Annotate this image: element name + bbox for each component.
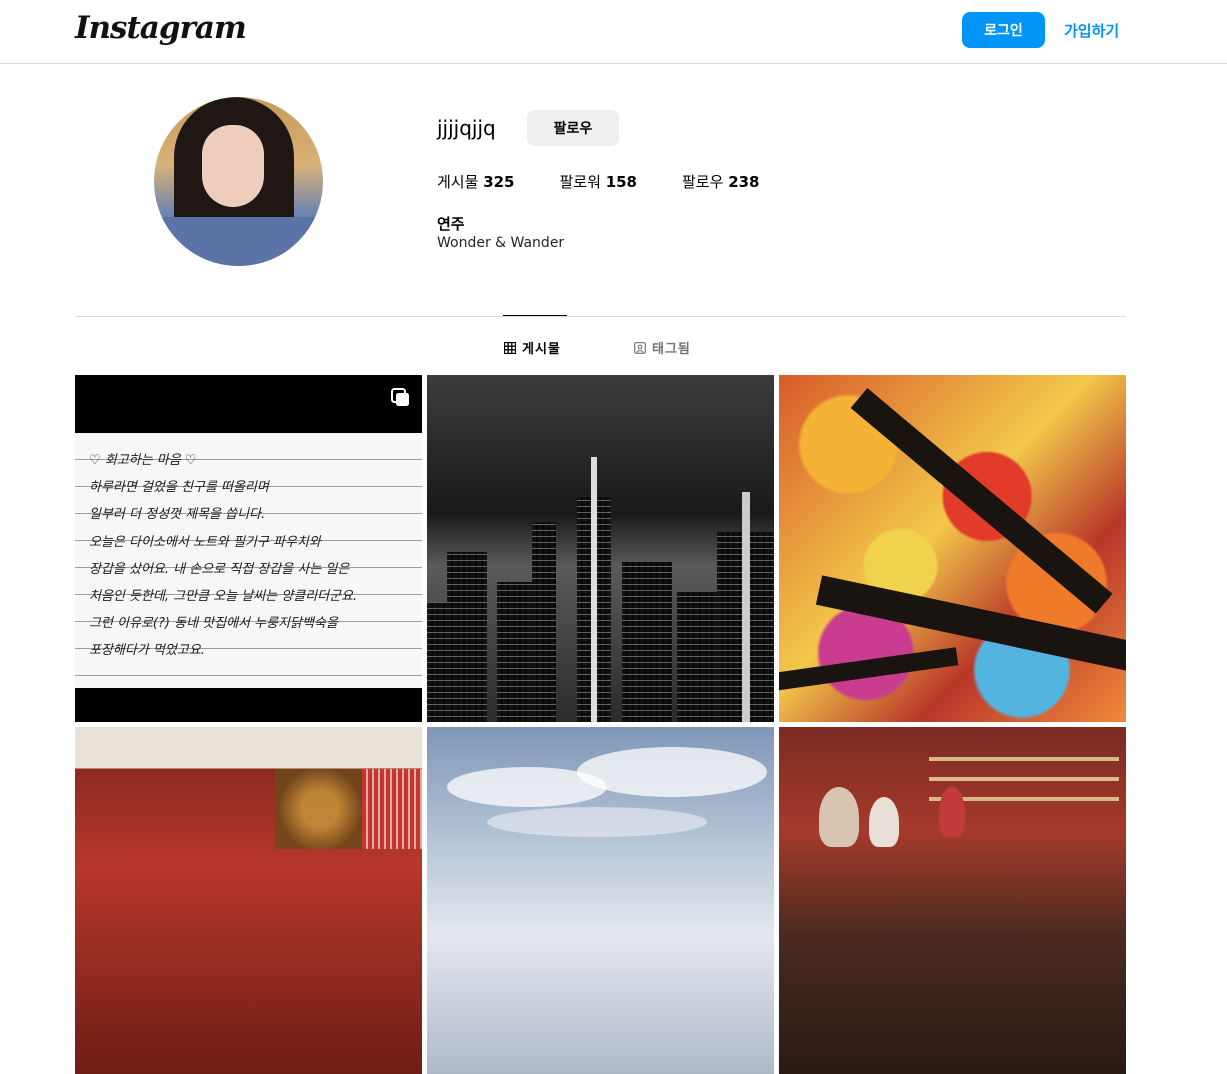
stat-followers[interactable]: 팔로워 158 (560, 171, 638, 192)
top-nav-bar: Instagram 로그인 가입하기 (0, 0, 1227, 64)
profile-avatar[interactable] (154, 97, 323, 266)
post-tile-4[interactable] (75, 727, 422, 1074)
note-line: 장갑을 샀어요. 내 손으로 직접 장갑을 사는 일은 (89, 561, 350, 577)
profile-bio: Wonder & Wander (437, 235, 565, 251)
stat-followers-count: 158 (605, 173, 637, 191)
stat-following[interactable]: 팔로우 238 (682, 171, 760, 192)
instagram-logo[interactable]: Instagram (75, 10, 247, 46)
active-tab-indicator (503, 315, 567, 316)
tabs-divider (75, 316, 1126, 317)
note-text: ♡ 회고하는 마음 ♡ 하루라면 걸었을 친구를 떠올리며 일부러 더 정성껏 … (89, 447, 357, 665)
signup-link[interactable]: 가입하기 (1064, 20, 1119, 41)
note-line: 포장해다가 먹었고요. (89, 643, 205, 659)
tab-tagged-label: 태그됨 (652, 342, 691, 357)
login-button[interactable]: 로그인 (962, 12, 1045, 48)
tab-posts[interactable]: 게시물 (504, 338, 561, 357)
note-line: ♡ 회고하는 마음 ♡ (89, 453, 197, 468)
stat-posts-count: 325 (483, 173, 515, 191)
profile-stats: 게시물 325 팔로워 158 팔로우 238 (437, 171, 805, 192)
tab-posts-label: 게시물 (522, 342, 561, 357)
stat-posts: 게시물 325 (437, 171, 515, 192)
stat-following-count: 238 (728, 173, 760, 191)
post-tile-3[interactable] (779, 375, 1126, 722)
post-tile-5[interactable] (427, 727, 774, 1074)
profile-username: jjjjqjjq (437, 116, 496, 140)
note-line: 그런 이유로(?) 동네 맛집에서 누룽지닭백숙을 (89, 616, 338, 632)
note-line: 일부러 더 정성껏 제목을 씁니다. (89, 507, 266, 523)
follow-button[interactable]: 팔로우 (527, 110, 619, 146)
grid-icon (504, 341, 516, 354)
tab-tagged[interactable]: 태그됨 (634, 338, 691, 357)
stat-followers-label: 팔로워 (559, 173, 601, 191)
post-tile-1[interactable]: ♡ 회고하는 마음 ♡ 하루라면 걸었을 친구를 떠올리며 일부러 더 정성껏 … (75, 375, 422, 722)
post-tile-2[interactable] (427, 375, 774, 722)
profile-full-name: 연주 (437, 215, 465, 233)
tagged-icon (634, 341, 646, 354)
note-line: 처음인 듯한데, 그만큼 오늘 날씨는 양클리더군요. (89, 589, 358, 605)
note-line: 하루라면 걸었을 친구를 떠올리며 (89, 480, 269, 496)
note-line: 오늘은 다이소에서 노트와 필기구 파우치와 (89, 534, 321, 550)
stat-following-label: 팔로우 (682, 173, 724, 191)
post-tile-6[interactable] (779, 727, 1126, 1074)
carousel-icon (391, 388, 409, 406)
stat-posts-label: 게시물 (437, 173, 479, 191)
